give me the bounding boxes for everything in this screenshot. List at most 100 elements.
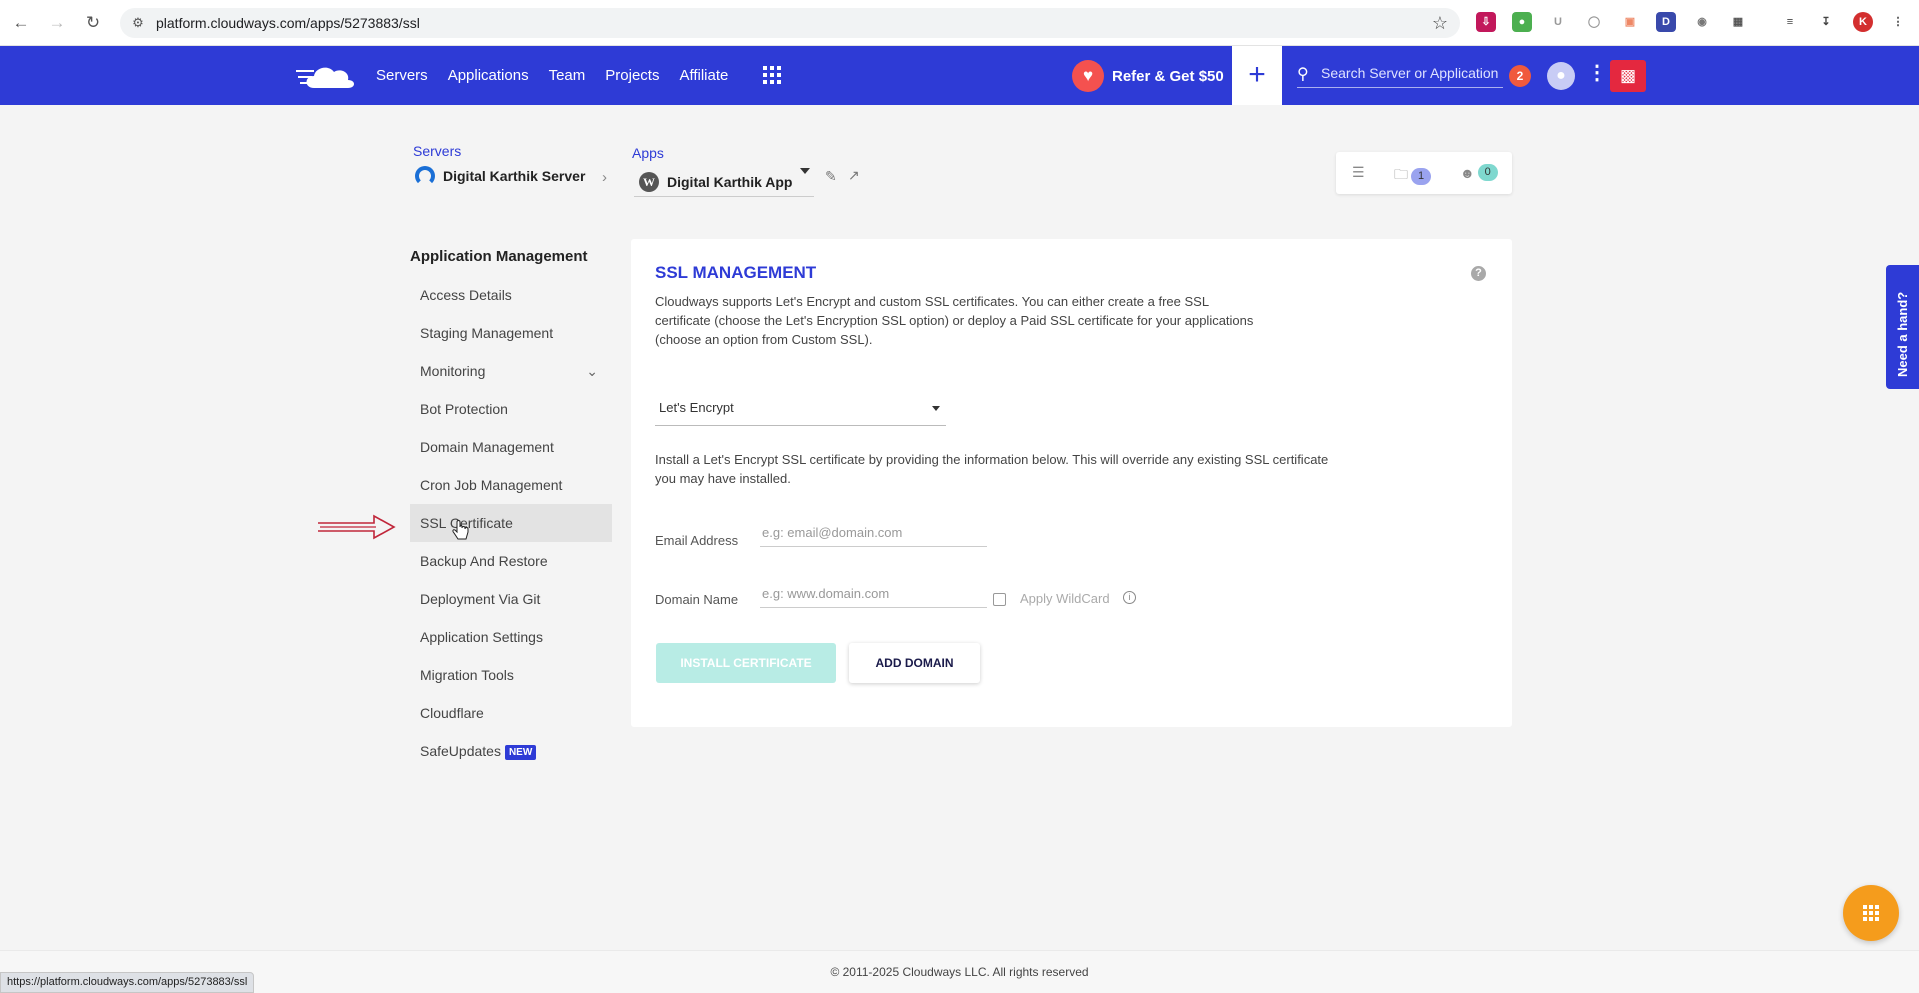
extension-download-icon[interactable]: ⇩ bbox=[1476, 12, 1496, 32]
ssl-management-card: SSL MANAGEMENT ? Cloudways supports Let'… bbox=[631, 239, 1512, 727]
sidebar-item-domain-management[interactable]: Domain Management bbox=[410, 428, 612, 466]
server-name: Digital Karthik Server bbox=[443, 168, 586, 184]
main-nav: Servers Applications Team Projects Affil… bbox=[376, 46, 728, 105]
nav-applications[interactable]: Applications bbox=[448, 67, 529, 84]
url-text[interactable]: platform.cloudways.com/apps/5273883/ssl bbox=[156, 15, 420, 31]
nav-team[interactable]: Team bbox=[549, 67, 586, 84]
sidebar-item-safeupdates[interactable]: SafeUpdates NEW bbox=[410, 732, 612, 770]
breadcrumb-app[interactable]: W Digital Karthik App bbox=[639, 172, 793, 192]
site-info-icon[interactable]: ⚙ bbox=[130, 15, 146, 31]
edit-icon[interactable]: ✎ bbox=[825, 168, 837, 185]
ssl-provider-value: Let's Encrypt bbox=[659, 400, 734, 415]
sidebar-item-label: Staging Management bbox=[420, 325, 554, 341]
search-box: ⚲ bbox=[1297, 62, 1503, 88]
back-icon[interactable]: ← bbox=[10, 12, 32, 34]
nav-affiliate[interactable]: Affiliate bbox=[679, 67, 728, 84]
app-header: Servers Applications Team Projects Affil… bbox=[0, 46, 1919, 105]
sidebar-item-label: Cloudflare bbox=[420, 705, 484, 721]
media-control-icon[interactable]: ≡ bbox=[1780, 12, 1800, 32]
notification-badge[interactable]: 2 bbox=[1509, 65, 1531, 87]
breadcrumb-apps-label[interactable]: Apps bbox=[632, 145, 664, 161]
add-button[interactable]: + bbox=[1232, 46, 1282, 105]
profile-avatar[interactable]: K bbox=[1853, 12, 1873, 32]
sidebar-item-access-details[interactable]: Access Details bbox=[410, 276, 612, 314]
app-dropdown-icon[interactable] bbox=[800, 168, 810, 174]
breadcrumb-server[interactable]: Digital Karthik Server bbox=[415, 166, 585, 186]
list-icon[interactable]: ☰ bbox=[1352, 164, 1365, 181]
sidebar-item-label: Bot Protection bbox=[420, 401, 508, 417]
chevron-down-icon: ⌄ bbox=[586, 363, 598, 379]
cloudways-logo[interactable] bbox=[296, 60, 358, 92]
user-avatar[interactable]: ● bbox=[1547, 62, 1575, 90]
sidebar-item-label: Access Details bbox=[420, 287, 512, 303]
extensions-puzzle-icon[interactable]: ▦ bbox=[1728, 12, 1748, 32]
extension-color-icon[interactable]: ● bbox=[1512, 12, 1532, 32]
domain-field[interactable] bbox=[760, 580, 987, 608]
sidebar-item-deployment-via-git[interactable]: Deployment Via Git bbox=[410, 580, 612, 618]
ssl-provider-select[interactable]: Let's Encrypt bbox=[655, 391, 946, 426]
downloads-icon[interactable]: ↧ bbox=[1816, 12, 1836, 32]
sidebar-item-label: Migration Tools bbox=[420, 667, 514, 683]
bookmark-star-icon[interactable]: ☆ bbox=[1432, 13, 1448, 34]
breadcrumb-servers-label[interactable]: Servers bbox=[413, 143, 461, 159]
members-stat[interactable]: ☻ 0 bbox=[1460, 164, 1498, 181]
sidebar-item-staging-management[interactable]: Staging Management bbox=[410, 314, 612, 352]
heart-icon: ♥ bbox=[1072, 60, 1104, 92]
sidebar-item-application-settings[interactable]: Application Settings bbox=[410, 618, 612, 656]
install-certificate-button[interactable]: INSTALL CERTIFICATE bbox=[656, 643, 836, 683]
reload-icon[interactable]: ↻ bbox=[82, 12, 104, 34]
user-icon: ☻ bbox=[1460, 164, 1475, 181]
sidebar-item-ssl-certificate[interactable]: SSL Certificate bbox=[410, 504, 612, 542]
gift-icon[interactable]: ▩ bbox=[1610, 60, 1646, 92]
grid-icon bbox=[1863, 905, 1879, 921]
browser-menu-icon[interactable]: ⋮ bbox=[1888, 12, 1908, 32]
folder-count: 1 bbox=[1411, 167, 1431, 185]
sidebar-heading: Application Management bbox=[410, 248, 588, 265]
email-label: Email Address bbox=[655, 533, 739, 548]
chevron-right-icon: › bbox=[602, 169, 607, 186]
need-a-hand-tab[interactable]: Need a hand? bbox=[1886, 265, 1919, 389]
floating-menu-button[interactable] bbox=[1843, 885, 1899, 941]
app-stats: ☰ 🗀 1 ☻ 0 bbox=[1336, 152, 1512, 194]
address-bar[interactable]: ⚙ platform.cloudways.com/apps/5273883/ss… bbox=[120, 8, 1460, 38]
forward-icon[interactable]: → bbox=[46, 12, 68, 34]
refer-link[interactable]: ♥ Refer & Get $50 bbox=[1072, 60, 1224, 92]
digitalocean-icon bbox=[415, 166, 435, 186]
ssl-description: Cloudways supports Let's Encrypt and cus… bbox=[655, 294, 1254, 347]
help-icon[interactable]: ? bbox=[1471, 266, 1486, 281]
email-field[interactable] bbox=[760, 519, 987, 547]
sidebar-item-bot-protection[interactable]: Bot Protection bbox=[410, 390, 612, 428]
extension-screenshot-icon[interactable]: ◉ bbox=[1692, 12, 1712, 32]
extension-d-icon[interactable]: D bbox=[1656, 12, 1676, 32]
domain-label: Domain Name bbox=[655, 592, 739, 607]
search-input[interactable] bbox=[1321, 62, 1501, 84]
card-title: SSL MANAGEMENT bbox=[655, 263, 817, 282]
external-link-icon[interactable]: ↗ bbox=[848, 167, 860, 184]
sidebar-item-label: Backup And Restore bbox=[420, 553, 548, 569]
status-bar-url: https://platform.cloudways.com/apps/5273… bbox=[0, 972, 255, 993]
wordpress-icon: W bbox=[639, 172, 659, 192]
members-count: 0 bbox=[1477, 164, 1498, 181]
apps-grid-icon[interactable] bbox=[763, 66, 781, 84]
sidebar-item-cron-job-management[interactable]: Cron Job Management bbox=[410, 466, 612, 504]
sidebar-item-backup-and-restore[interactable]: Backup And Restore bbox=[410, 542, 612, 580]
nav-servers[interactable]: Servers bbox=[376, 67, 428, 84]
add-domain-button[interactable]: ADD DOMAIN bbox=[849, 643, 980, 683]
folder-stat[interactable]: 🗀 1 bbox=[1394, 164, 1431, 188]
app-name: Digital Karthik App bbox=[667, 174, 793, 190]
wildcard-checkbox[interactable] bbox=[993, 593, 1006, 606]
extension-camera-icon[interactable]: ▣ bbox=[1620, 12, 1640, 32]
footer: © 2011-2025 Cloudways LLC. All rights re… bbox=[0, 950, 1919, 993]
annotation-arrow-icon bbox=[318, 514, 396, 540]
sidebar-item-label: Cron Job Management bbox=[420, 477, 563, 493]
caret-down-icon bbox=[932, 406, 940, 411]
extension-u-icon[interactable]: U bbox=[1548, 12, 1568, 32]
more-options-icon[interactable]: ⋮ bbox=[1587, 60, 1607, 85]
extension-clip-icon[interactable]: ◯ bbox=[1584, 12, 1604, 32]
info-icon[interactable]: i bbox=[1123, 591, 1136, 604]
sidebar-item-cloudflare[interactable]: Cloudflare bbox=[410, 694, 612, 732]
hand-cursor-icon bbox=[452, 520, 469, 540]
sidebar-item-migration-tools[interactable]: Migration Tools bbox=[410, 656, 612, 694]
sidebar-item-monitoring[interactable]: Monitoring ⌄ bbox=[410, 352, 612, 390]
nav-projects[interactable]: Projects bbox=[605, 67, 659, 84]
